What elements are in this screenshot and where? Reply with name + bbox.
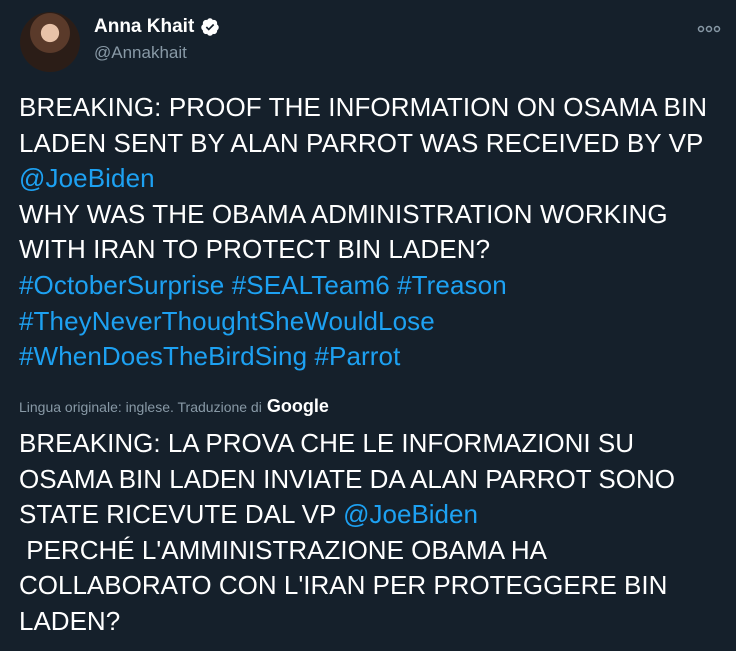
- verified-badge-icon: [201, 18, 220, 36]
- hashtag-link[interactable]: #SEALTeam6: [232, 270, 390, 300]
- more-options-icon[interactable]: [692, 18, 726, 40]
- hashtag-link[interactable]: #TheyNeverThoughtSheWouldLose: [19, 306, 435, 336]
- tweet-text-part2: WHY WAS THE OBAMA ADMINISTRATION WORKING…: [19, 198, 668, 265]
- author-handle[interactable]: @Annakhait: [94, 43, 187, 63]
- tweet-text-part1: BREAKING: PROOF THE INFORMATION ON OSAMA…: [19, 92, 708, 158]
- hashtag-link[interactable]: #OctoberSurprise: [19, 270, 224, 300]
- mention-link[interactable]: @JoeBiden: [19, 163, 155, 193]
- mention-link[interactable]: @JoeBiden: [343, 499, 478, 529]
- translated-text: BREAKING: LA PROVA CHE LE INFORMAZIONI S…: [19, 426, 724, 640]
- hashtag-link[interactable]: #Parrot: [314, 341, 400, 371]
- tweet-text: BREAKING: PROOF THE INFORMATION ON OSAMA…: [19, 90, 719, 375]
- avatar[interactable]: [20, 12, 80, 72]
- hashtag-link[interactable]: #WhenDoesTheBirdSing: [19, 341, 307, 371]
- author-name[interactable]: Anna Khait: [94, 16, 220, 38]
- google-logo[interactable]: Google: [267, 396, 329, 417]
- translated-text-part2: PERCHÉ L'AMMINISTRAZIONE OBAMA HA COLLAB…: [19, 534, 675, 636]
- hashtag-link[interactable]: #Treason: [397, 270, 507, 300]
- translation-attribution: Lingua originale: inglese. Traduzione di…: [19, 396, 329, 417]
- author-name-label: Anna Khait: [94, 16, 195, 37]
- translation-note-label: Lingua originale: inglese. Traduzione di: [19, 398, 262, 415]
